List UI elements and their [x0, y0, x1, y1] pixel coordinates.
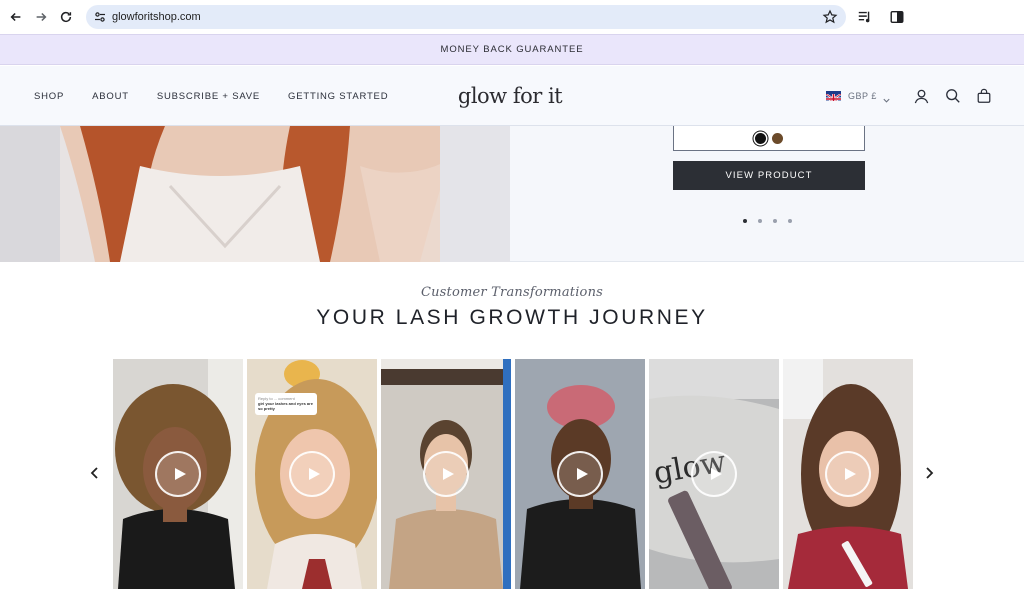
- video-card[interactable]: [515, 359, 645, 589]
- play-icon[interactable]: [691, 451, 737, 497]
- announcement-text[interactable]: MONEY BACK GUARANTEE: [441, 44, 584, 55]
- site-logo[interactable]: glow for it: [455, 78, 565, 114]
- view-product-button[interactable]: VIEW PRODUCT: [673, 161, 865, 190]
- video-carousel: Reply to ... comment girl your lashes an…: [113, 359, 913, 589]
- play-icon[interactable]: [557, 451, 603, 497]
- hero-product-panel: VIEW PRODUCT: [510, 126, 1024, 262]
- section-subtitle: Customer Transformations: [420, 285, 604, 300]
- chevron-right-icon[interactable]: [920, 464, 938, 482]
- uk-flag-icon[interactable]: [826, 91, 841, 101]
- play-icon[interactable]: [423, 451, 469, 497]
- account-icon[interactable]: [913, 87, 931, 105]
- nav-shop[interactable]: SHOP: [34, 91, 64, 102]
- chevron-left-icon[interactable]: [86, 464, 104, 482]
- video-card[interactable]: [783, 359, 913, 589]
- site-header: SHOP ABOUT SUBSCRIBE + SAVE GETTING STAR…: [0, 66, 1024, 126]
- announcement-bar: MONEY BACK GUARANTEE: [0, 34, 1024, 65]
- comment-bubble: Reply to ... comment girl your lashes an…: [255, 393, 317, 415]
- back-icon[interactable]: [3, 4, 29, 30]
- site-settings-icon[interactable]: [88, 5, 112, 29]
- search-icon[interactable]: [944, 87, 962, 105]
- bookmark-star-icon[interactable]: [822, 9, 838, 25]
- address-bar[interactable]: glowforitshop.com: [86, 5, 846, 29]
- video-card[interactable]: Reply to ... comment girl your lashes an…: [247, 359, 377, 589]
- cart-bag-icon[interactable]: [975, 87, 993, 105]
- url-text[interactable]: glowforitshop.com: [112, 11, 201, 23]
- header-actions: GBP £: [826, 66, 993, 126]
- nav-subscribe-save[interactable]: SUBSCRIBE + SAVE: [157, 91, 260, 102]
- video-card[interactable]: [113, 359, 243, 589]
- comment-line-2: girl your lashes and eyes are so pretty: [258, 401, 313, 411]
- carousel-dot[interactable]: [773, 219, 777, 223]
- video-card[interactable]: [381, 359, 511, 589]
- section-title: YOUR LASH GROWTH JOURNEY: [316, 306, 708, 329]
- carousel-dot[interactable]: [788, 219, 792, 223]
- media-controls-icon[interactable]: [856, 8, 874, 26]
- color-variant-selector: [673, 126, 865, 151]
- hero-product-image: [0, 126, 510, 262]
- chevron-down-icon[interactable]: [882, 92, 891, 103]
- play-icon[interactable]: [155, 451, 201, 497]
- reload-icon[interactable]: [53, 4, 79, 30]
- currency-selector[interactable]: GBP £: [848, 91, 877, 101]
- side-panel-icon[interactable]: [888, 8, 906, 26]
- carousel-dot[interactable]: [743, 219, 747, 223]
- swatch-black[interactable]: [755, 132, 766, 144]
- swatch-brown[interactable]: [772, 132, 783, 144]
- main-nav: SHOP ABOUT SUBSCRIBE + SAVE GETTING STAR…: [34, 66, 388, 126]
- video-card[interactable]: glow: [649, 359, 779, 589]
- carousel-dot[interactable]: [758, 219, 762, 223]
- nav-about[interactable]: ABOUT: [92, 91, 129, 102]
- carousel-dots: [743, 219, 792, 223]
- play-icon[interactable]: [825, 451, 871, 497]
- forward-icon[interactable]: [28, 4, 54, 30]
- browser-toolbar: glowforitshop.com: [0, 0, 1024, 34]
- logo-text: glow for it: [457, 84, 563, 108]
- play-icon[interactable]: [289, 451, 335, 497]
- nav-getting-started[interactable]: GETTING STARTED: [288, 91, 388, 102]
